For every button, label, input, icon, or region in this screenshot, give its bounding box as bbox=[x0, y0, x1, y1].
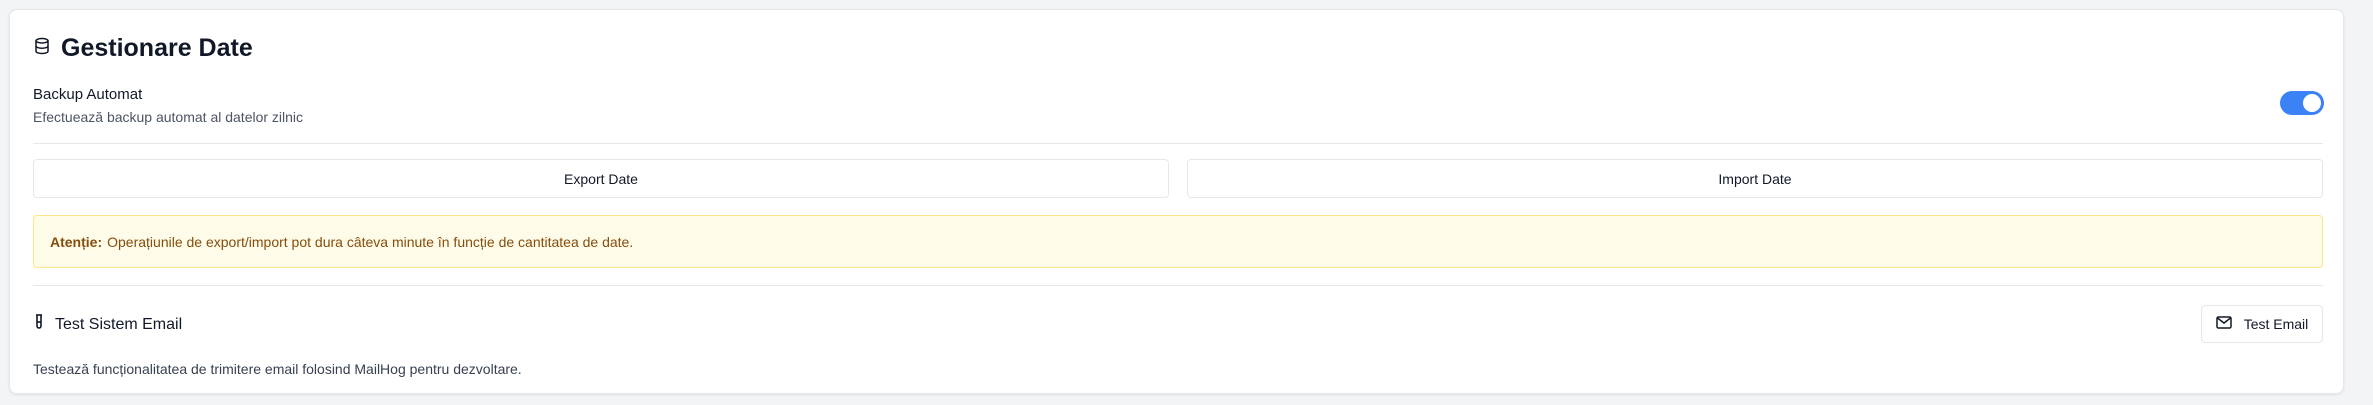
database-icon bbox=[33, 37, 61, 60]
export-data-button[interactable]: Export Date bbox=[33, 159, 1169, 198]
divider bbox=[33, 285, 2323, 286]
warning-message: Operațiunile de export/import pot dura c… bbox=[107, 233, 634, 250]
import-data-button[interactable]: Import Date bbox=[1187, 159, 2323, 198]
email-test-description: Testează funcționalitatea de trimitere e… bbox=[33, 361, 522, 377]
test-email-button[interactable]: Test Email bbox=[2201, 305, 2323, 343]
backup-description: Efectuează backup automat al datelor zil… bbox=[33, 109, 304, 125]
toggle-knob bbox=[2303, 94, 2321, 112]
section-header: Gestionare Date bbox=[33, 34, 253, 63]
test-email-label: Test Email bbox=[2243, 316, 2309, 332]
email-test-title: Test Sistem Email bbox=[55, 315, 183, 333]
test-tube-icon bbox=[33, 314, 55, 335]
email-test-header: Test Sistem Email bbox=[33, 314, 182, 335]
auto-backup-toggle[interactable] bbox=[2280, 91, 2324, 115]
warning-prefix: Atenție: bbox=[50, 233, 103, 250]
divider bbox=[33, 143, 2323, 144]
section-title: Gestionare Date bbox=[61, 34, 253, 62]
warning-alert: Atenție: Operațiunile de export/import p… bbox=[33, 215, 2323, 268]
data-management-card: Gestionare Date Backup Automat Efectueaz… bbox=[9, 9, 2344, 394]
mail-icon bbox=[2215, 316, 2244, 332]
backup-label: Backup Automat bbox=[33, 86, 143, 103]
